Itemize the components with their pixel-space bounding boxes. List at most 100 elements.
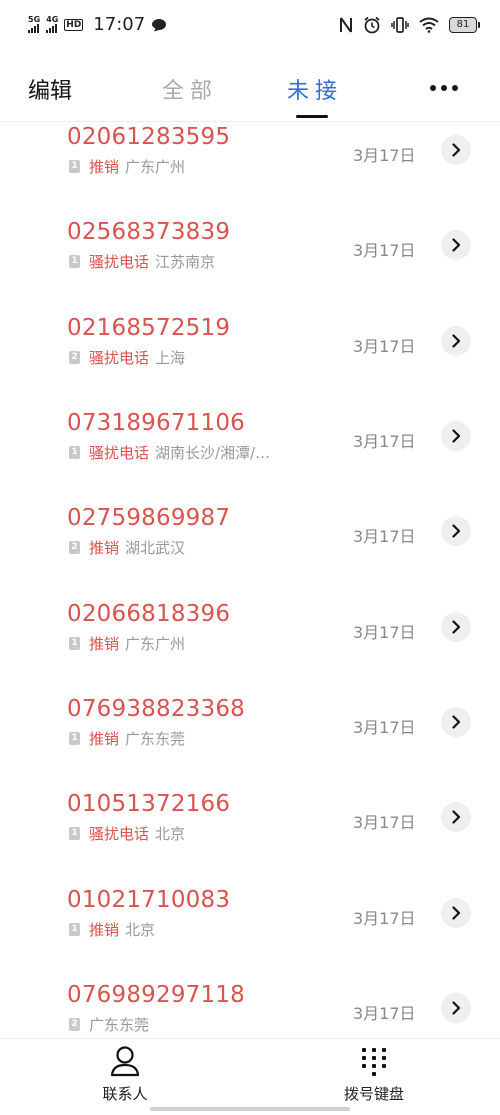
phone-number: 02568373839 (67, 219, 231, 245)
signal-icon: 4G (46, 16, 58, 33)
call-location: 北京 (155, 825, 186, 843)
phone-number: 073189671106 (67, 410, 245, 436)
top-nav: 编辑 全部 未接 (0, 60, 500, 122)
message-icon (152, 18, 167, 31)
status-time: 17:07 (93, 14, 146, 35)
call-meta: 1 骚扰电话 北京 (69, 823, 185, 844)
battery-level: 81 (449, 17, 477, 33)
call-detail-button[interactable] (441, 326, 471, 356)
call-log-item[interactable]: 01021710083 1 推销 北京 3月17日 (0, 878, 500, 973)
call-location: 广东广州 (125, 635, 186, 653)
call-log-item[interactable]: 02759869987 2 推销 湖北武汉 3月17日 (0, 496, 500, 591)
call-tag: 推销 (89, 539, 120, 557)
home-indicator[interactable] (150, 1107, 350, 1111)
sim-card-icon: 1 (69, 637, 80, 650)
sim-card-icon: 1 (69, 923, 80, 936)
sim-card-icon: 1 (69, 827, 80, 840)
tab-all[interactable]: 全部 (162, 73, 218, 105)
call-tag: 推销 (89, 730, 120, 748)
call-log-item[interactable]: 076938823368 1 推销 广东东莞 3月17日 (0, 687, 500, 782)
call-detail-button[interactable] (441, 230, 471, 260)
more-options-button[interactable] (430, 85, 458, 91)
call-date: 3月17日 (353, 527, 416, 546)
chevron-right-icon (452, 143, 461, 157)
signal-icon: 5G (28, 16, 40, 33)
call-date: 3月17日 (353, 909, 416, 928)
call-log-item[interactable]: 01051372166 1 骚扰电话 北京 3月17日 (0, 782, 500, 877)
chevron-right-icon (452, 429, 461, 443)
sim2-network-label: 4G (46, 15, 59, 24)
chevron-right-icon (452, 524, 461, 538)
call-detail-button[interactable] (441, 802, 471, 832)
call-meta: 1 推销 广东东莞 (69, 728, 185, 749)
status-right: 81 (339, 16, 480, 34)
edit-button[interactable]: 编辑 (28, 73, 72, 105)
call-meta: 1 推销 北京 (69, 919, 155, 940)
sim-card-icon: 1 (69, 160, 80, 173)
call-detail-button[interactable] (441, 135, 471, 165)
call-detail-button[interactable] (441, 612, 471, 642)
phone-number: 076938823368 (67, 696, 245, 722)
sim1-network-label: 5G (28, 15, 41, 24)
tab-indicator (296, 115, 328, 118)
call-log-item[interactable]: 02568373839 1 骚扰电话 江苏南京 3月17日 (0, 210, 500, 305)
call-detail-button[interactable] (441, 898, 471, 928)
call-tag: 骚扰电话 (89, 349, 150, 367)
call-log-item[interactable]: 02066818396 1 推销 广东广州 3月17日 (0, 592, 500, 687)
call-date: 3月17日 (353, 813, 416, 832)
call-log-item[interactable]: 02061283595 1 推销 广东广州 3月17日 (0, 122, 500, 210)
chevron-right-icon (452, 1001, 461, 1015)
tab-contacts-label: 联系人 (102, 1085, 148, 1103)
tab-contacts[interactable]: 联系人 (95, 1045, 155, 1104)
call-meta: 1 骚扰电话 湖南长沙/湘潭/… (69, 442, 270, 463)
call-date: 3月17日 (353, 146, 416, 165)
phone-number: 01051372166 (67, 791, 231, 817)
call-meta: 2 骚扰电话 上海 (69, 347, 185, 368)
call-location: 广东东莞 (89, 1016, 150, 1034)
tab-missed[interactable]: 未接 (287, 73, 343, 105)
call-meta: 2 广东东莞 (69, 1014, 149, 1035)
call-detail-button[interactable] (441, 707, 471, 737)
call-tag: 推销 (89, 921, 120, 939)
call-location: 广东东莞 (125, 730, 186, 748)
call-log-item[interactable]: 073189671106 1 骚扰电话 湖南长沙/湘潭/… 3月17日 (0, 401, 500, 496)
call-tag: 骚扰电话 (89, 825, 150, 843)
call-date: 3月17日 (353, 241, 416, 260)
call-date: 3月17日 (353, 432, 416, 451)
call-date: 3月17日 (353, 718, 416, 737)
call-detail-button[interactable] (441, 421, 471, 451)
call-log-item[interactable]: 02168572519 2 骚扰电话 上海 3月17日 (0, 306, 500, 401)
bottom-tab-bar: 联系人 拨号键盘 (0, 1038, 500, 1115)
missed-call-list: 02061283595 1 推销 广东广州 3月17日 02568373839 … (0, 122, 500, 1038)
call-detail-button[interactable] (441, 516, 471, 546)
battery-icon: 81 (449, 17, 480, 33)
phone-number: 02066818396 (67, 601, 231, 627)
phone-number: 02168572519 (67, 315, 231, 341)
chevron-right-icon (452, 906, 461, 920)
call-tag: 骚扰电话 (89, 253, 150, 271)
call-meta: 2 推销 湖北武汉 (69, 537, 185, 558)
chevron-right-icon (452, 715, 461, 729)
status-bar: 5G 4G HD 17:07 81 (0, 0, 500, 56)
sim-card-icon: 2 (69, 541, 80, 554)
call-detail-button[interactable] (441, 993, 471, 1023)
tab-dialpad[interactable]: 拨号键盘 (339, 1045, 409, 1104)
phone-number: 02061283595 (67, 124, 231, 150)
chevron-right-icon (452, 334, 461, 348)
contacts-icon (110, 1046, 140, 1077)
call-location: 湖北武汉 (125, 539, 186, 557)
call-log-item[interactable]: 076989297118 2 广东东莞 3月17日 (0, 973, 500, 1038)
tab-dialpad-label: 拨号键盘 (343, 1085, 404, 1103)
call-date: 3月17日 (353, 1004, 416, 1023)
dialpad-icon (362, 1048, 386, 1076)
phone-number: 076989297118 (67, 982, 245, 1008)
call-meta: 1 推销 广东广州 (69, 633, 185, 654)
hd-icon: HD (64, 18, 84, 31)
call-tag: 推销 (89, 635, 120, 653)
sim-card-icon: 2 (69, 351, 80, 364)
sim-card-icon: 1 (69, 255, 80, 268)
wifi-icon (419, 17, 439, 33)
status-left: 5G 4G HD 17:07 (28, 14, 167, 35)
call-tag: 推销 (89, 158, 120, 176)
call-location: 江苏南京 (155, 253, 216, 271)
